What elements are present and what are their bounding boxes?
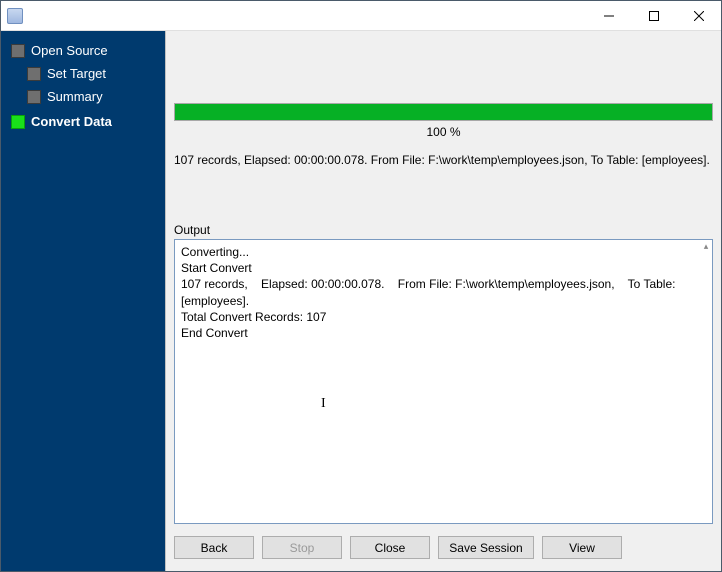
step-box-icon [27,67,41,81]
button-row: Back Stop Close Save Session View [165,524,721,571]
status-line: 107 records, Elapsed: 00:00:00.078. From… [174,153,713,167]
maximize-button[interactable] [631,1,676,30]
progress-percent-label: 100 % [174,125,713,139]
close-button[interactable]: Close [350,536,430,559]
sidebar-item-label: Summary [47,89,103,104]
close-window-button[interactable] [676,1,721,30]
progress-bar [174,103,713,121]
wizard-sidebar: Open Source Set Target Summa [1,31,165,571]
sidebar-item-label: Set Target [47,66,106,81]
view-button[interactable]: View [542,536,622,559]
scroll-up-icon: ▴ [702,242,710,250]
output-label: Output [174,223,713,237]
step-box-icon [11,44,25,58]
stop-button[interactable]: Stop [262,536,342,559]
save-session-button[interactable]: Save Session [438,536,534,559]
step-box-icon [27,90,41,104]
minimize-button[interactable] [586,1,631,30]
sidebar-item-convert-data[interactable]: Convert Data [1,112,165,131]
output-textarea[interactable]: Converting... Start Convert 107 records,… [174,239,713,524]
sidebar-item-label: Convert Data [31,114,112,129]
app-icon [7,8,23,24]
progress-fill [175,104,712,120]
sidebar-item-summary[interactable]: Summary [1,87,165,106]
output-text: Converting... Start Convert 107 records,… [181,245,679,340]
back-button[interactable]: Back [174,536,254,559]
sidebar-item-label: Open Source [31,43,108,58]
main-panel: 100 % 107 records, Elapsed: 00:00:00.078… [165,31,721,571]
app-window: Open Source Set Target Summa [0,0,722,572]
step-box-icon [11,115,25,129]
titlebar [1,1,721,31]
sidebar-item-open-source[interactable]: Open Source [1,41,165,60]
sidebar-item-set-target[interactable]: Set Target [1,64,165,83]
